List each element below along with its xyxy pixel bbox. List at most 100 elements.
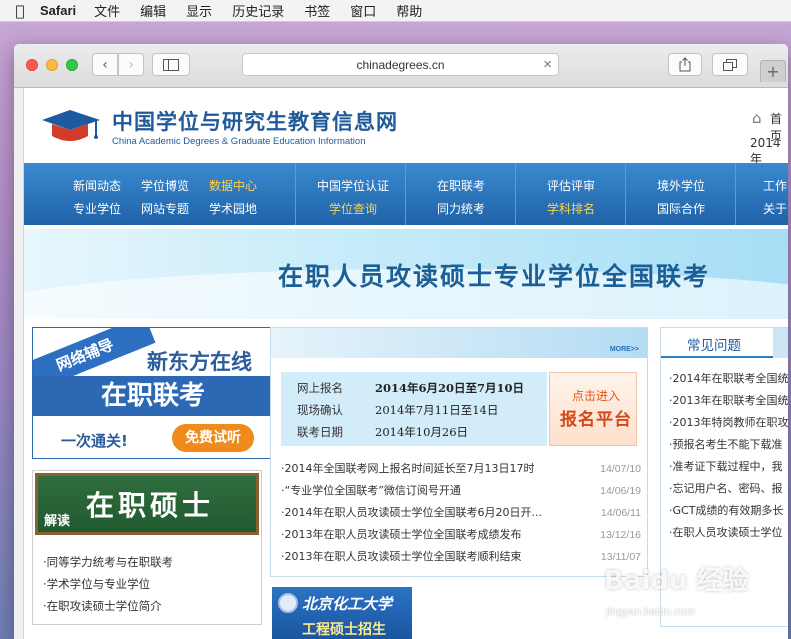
graduation-cap-logo[interactable] bbox=[40, 106, 102, 146]
nav-item-news[interactable]: 新闻动态 bbox=[73, 177, 121, 194]
faq-item[interactable]: ·GCT成绩的有效期多长 bbox=[669, 500, 788, 522]
nav-item-academic[interactable]: 学术园地 bbox=[209, 200, 257, 217]
nav-item-topics[interactable]: 网站专题 bbox=[141, 200, 189, 217]
menu-bookmarks[interactable]: 书签 bbox=[304, 1, 330, 20]
nav-item-evaluation[interactable]: 评估评审 bbox=[547, 177, 595, 194]
registration-schedule: 网上报名 2014年6月20日至7月10日 现场确认 2014年7月11日至14… bbox=[281, 372, 547, 446]
share-button[interactable] bbox=[668, 53, 702, 76]
news-title[interactable]: ·“专业学位全国联考”微信订阅号开通 bbox=[281, 484, 461, 497]
sidebar-toggle-button[interactable] bbox=[152, 53, 190, 76]
back-button[interactable]: ‹ bbox=[92, 53, 118, 76]
ad-title: 在职联考 bbox=[33, 376, 271, 416]
nav-group-4: 评估评审 学科排名 bbox=[516, 163, 626, 225]
zoom-window-button[interactable] bbox=[66, 59, 78, 71]
news-item[interactable]: ·“专业学位全国联考”微信订阅号开通 14/06/19 bbox=[281, 480, 641, 502]
nav-group-3: 在职联考 同力统考 bbox=[406, 163, 516, 225]
apple-icon[interactable]:  bbox=[0, 2, 40, 20]
site-subtitle: China Academic Degrees & Graduate Educat… bbox=[112, 136, 366, 147]
plus-icon: + bbox=[766, 62, 780, 81]
free-trial-button[interactable]: 免费试听 bbox=[172, 424, 254, 452]
news-list: ·2014年全国联考网上报名时间延长至7月13日17时 14/07/10 ·“专业… bbox=[281, 458, 641, 568]
site-title[interactable]: 中国学位与研究生教育信息网 bbox=[112, 106, 398, 136]
tabs-icon bbox=[723, 58, 737, 71]
faq-item[interactable]: ·准考证下载过程中，我 bbox=[669, 456, 788, 478]
panel-header: MORE>> bbox=[271, 328, 647, 358]
menu-view[interactable]: 显示 bbox=[186, 1, 212, 20]
nav-item-degree-auth[interactable]: 中国学位认证 bbox=[317, 177, 389, 194]
baidu-watermark-url: jingyan.baidu.com bbox=[606, 606, 695, 618]
more-link[interactable]: MORE>> bbox=[610, 346, 639, 353]
nav-item-ranking[interactable]: 学科排名 bbox=[547, 200, 595, 217]
banner-title: 在职人员攻读硕士专业学位全国联考 bbox=[278, 262, 711, 291]
chalkboard-tag: 解读 bbox=[44, 514, 71, 529]
news-date: 13/12/16 bbox=[600, 529, 641, 541]
nav-item-data-center[interactable]: 数据中心 bbox=[209, 177, 257, 194]
schedule-label: 联考日期 bbox=[297, 425, 343, 439]
chalkboard-banner[interactable]: 解读 在职硕士 bbox=[35, 473, 259, 535]
news-item[interactable]: ·2014年全国联考网上报名时间延长至7月13日17时 14/07/10 bbox=[281, 458, 641, 480]
menu-file[interactable]: 文件 bbox=[94, 1, 120, 20]
faq-item[interactable]: ·忘记用户名、密码、报 bbox=[669, 478, 788, 500]
faq-item[interactable]: ·2013年特岗教师在职攻 bbox=[669, 412, 788, 434]
clear-url-icon[interactable]: × bbox=[543, 56, 552, 73]
nav-item-overseas-degree[interactable]: 境外学位 bbox=[657, 177, 705, 194]
address-bar[interactable]: chinadegrees.cn × bbox=[242, 53, 559, 76]
nav-item-about[interactable]: 关于 bbox=[763, 200, 787, 217]
close-window-button[interactable] bbox=[26, 59, 38, 71]
university-ad[interactable]: 北京化工大学 工程硕士招生 bbox=[272, 587, 412, 639]
left-edge bbox=[14, 88, 24, 639]
button-title: 报名平台 bbox=[560, 410, 632, 430]
show-tabs-button[interactable] bbox=[712, 53, 748, 76]
minimize-window-button[interactable] bbox=[46, 59, 58, 71]
news-item[interactable]: ·2013年在职人员攻读硕士学位全国联考顺利结束 13/11/07 bbox=[281, 546, 641, 568]
menubar:  Safari 文件 编辑 显示 历史记录 书签 窗口 帮助 bbox=[0, 0, 791, 22]
news-title[interactable]: ·2013年在职人员攻读硕士学位全国联考成绩发布 bbox=[281, 528, 522, 541]
chalkboard-title: 在职硕士 bbox=[86, 489, 215, 522]
menubar-app-name[interactable]: Safari bbox=[40, 3, 76, 18]
browser-toolbar: ‹ › chinadegrees.cn × + bbox=[14, 44, 788, 88]
schedule-row: 联考日期 2014年10月26日 bbox=[281, 424, 547, 446]
hero-banner: 在职人员攻读硕士专业学位全国联考 bbox=[24, 229, 788, 319]
registration-platform-button[interactable]: 点击进入 报名平台 bbox=[549, 372, 637, 446]
university-name: 北京化工大学 bbox=[302, 595, 393, 613]
online-tutoring-ad[interactable]: 网络辅导 新东方在线 在职联考 一次通关! 免费试听 bbox=[32, 327, 272, 459]
news-item[interactable]: ·2014年在职人员攻读硕士学位全国联考6月20日开... 14/06/11 bbox=[281, 502, 641, 524]
browser-window: ‹ › chinadegrees.cn × + 中国学位与研究生教育信息网 Ch… bbox=[14, 44, 788, 639]
news-title[interactable]: ·2013年在职人员攻读硕士学位全国联考顺利结束 bbox=[281, 550, 522, 563]
guide-link[interactable]: ·在职攻读硕士学位简介 bbox=[43, 595, 173, 617]
menu-window[interactable]: 窗口 bbox=[350, 1, 376, 20]
schedule-value: 2014年7月11日至14日 bbox=[375, 403, 499, 417]
university-ad-subtitle: 工程硕士招生 bbox=[302, 622, 386, 638]
nav-item-joint-exam[interactable]: 在职联考 bbox=[437, 177, 485, 194]
tab-faq[interactable]: 常见问题 bbox=[661, 328, 773, 358]
nav-item-intl-cooperation[interactable]: 国际合作 bbox=[657, 200, 705, 217]
guide-link[interactable]: ·同等学力统考与在职联考 bbox=[43, 551, 173, 573]
news-title[interactable]: ·2014年全国联考网上报名时间延长至7月13日17时 bbox=[281, 462, 534, 475]
home-icon[interactable]: ⌂ bbox=[752, 109, 762, 127]
news-title[interactable]: ·2014年在职人员攻读硕士学位全国联考6月20日开... bbox=[281, 506, 542, 519]
nav-item-work[interactable]: 工作 bbox=[763, 177, 787, 194]
news-item[interactable]: ·2013年在职人员攻读硕士学位全国联考成绩发布 13/12/16 bbox=[281, 524, 641, 546]
menu-edit[interactable]: 编辑 bbox=[140, 1, 166, 20]
tab-strip bbox=[773, 328, 788, 358]
schedule-row: 网上报名 2014年6月20日至7月10日 bbox=[281, 380, 547, 402]
nav-item-professional-degree[interactable]: 专业学位 bbox=[73, 200, 121, 217]
menu-help[interactable]: 帮助 bbox=[396, 1, 422, 20]
nav-item-unified-exam[interactable]: 同力统考 bbox=[437, 200, 485, 217]
faq-list: ·2014年在职联考全国统 ·2013年在职联考全国统 ·2013年特岗教师在职… bbox=[669, 368, 788, 544]
menu-history[interactable]: 历史记录 bbox=[232, 1, 284, 20]
nav-item-degree-expo[interactable]: 学位博览 bbox=[141, 177, 189, 194]
guide-link[interactable]: ·学术学位与专业学位 bbox=[43, 573, 173, 595]
news-date: 14/06/19 bbox=[600, 485, 641, 497]
nav-item-degree-query[interactable]: 学位查询 bbox=[329, 200, 377, 217]
news-date: 14/06/11 bbox=[600, 507, 641, 519]
guide-links: ·同等学力统考与在职联考 ·学术学位与专业学位 ·在职攻读硕士学位简介 bbox=[43, 551, 173, 617]
faq-item[interactable]: ·预报名考生不能下载准 bbox=[669, 434, 788, 456]
faq-item[interactable]: ·2013年在职联考全国统 bbox=[669, 390, 788, 412]
faq-item[interactable]: ·在职人员攻读硕士学位 bbox=[669, 522, 788, 544]
new-tab-button[interactable]: + bbox=[760, 60, 786, 82]
forward-button[interactable]: › bbox=[118, 53, 144, 76]
faq-item[interactable]: ·2014年在职联考全国统 bbox=[669, 368, 788, 390]
share-icon bbox=[679, 57, 691, 72]
chevron-right-icon: › bbox=[128, 56, 134, 73]
